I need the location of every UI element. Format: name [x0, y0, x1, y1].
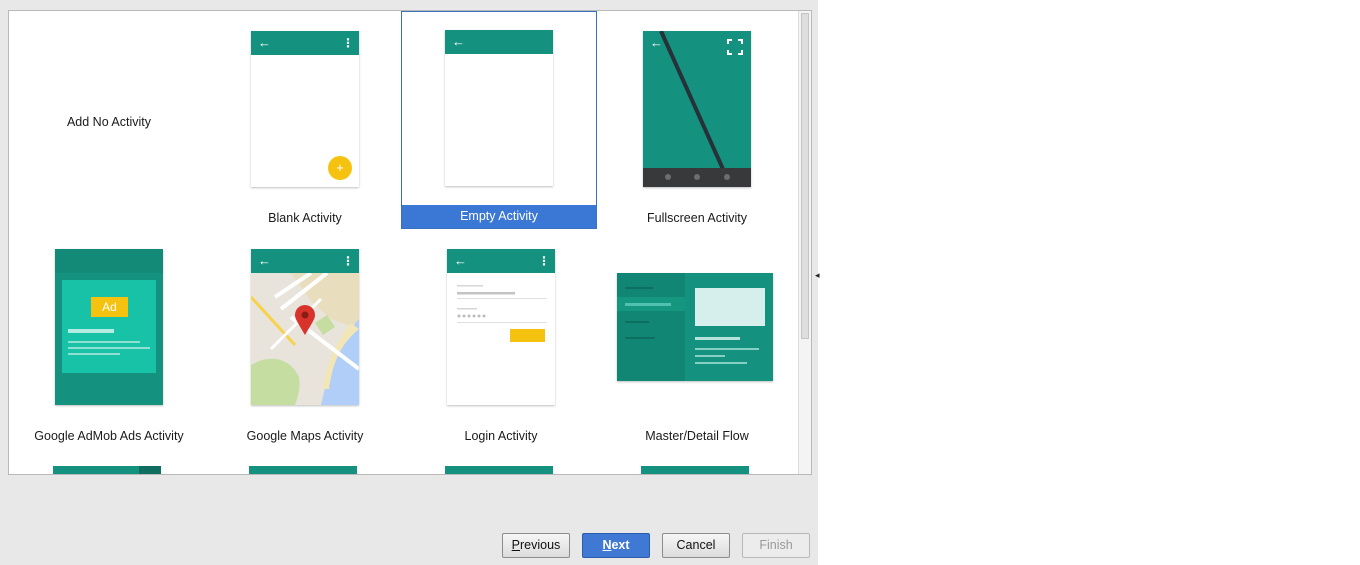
previous-label: revious	[520, 538, 561, 552]
cancel-button[interactable]: Cancel	[662, 533, 730, 558]
tile-master-detail-flow[interactable]: Master/Detail Flow	[599, 230, 795, 448]
login-form-illustration	[457, 285, 547, 342]
tile-google-admob-ads-activity[interactable]: Ad Google AdMob Ads Activity	[11, 230, 207, 448]
back-arrow-icon: ←	[258, 253, 271, 268]
tile-label: Login Activity	[464, 429, 538, 443]
activity-gallery: Add No Activity ← ⋮ + Blank Activity ← E…	[8, 10, 812, 475]
tile-login-activity[interactable]: ← ⋮ Login Activity	[403, 230, 599, 448]
tile-blank-activity[interactable]: ← ⋮ + Blank Activity	[207, 12, 403, 230]
app-bar: ← ⋮	[251, 31, 359, 55]
back-arrow-icon: ←	[258, 35, 271, 50]
finish-button[interactable]: Finish	[742, 533, 810, 558]
previous-mnemonic: P	[511, 538, 521, 552]
admob-activity-preview: Ad	[55, 249, 163, 405]
tile-label: Google AdMob Ads Activity	[34, 429, 184, 443]
empty-activity-preview: ←	[445, 30, 553, 186]
partial-preview	[641, 466, 749, 474]
login-activity-preview: ← ⋮	[447, 249, 555, 405]
master-detail-preview	[617, 273, 773, 381]
partial-preview	[53, 466, 161, 474]
app-bar: ← ⋮	[447, 249, 555, 273]
partial-preview	[249, 466, 357, 474]
next-button[interactable]: Next	[582, 533, 650, 558]
tile-label: Google Maps Activity	[246, 429, 364, 443]
tile-empty-activity[interactable]: ← Empty Activity	[401, 11, 597, 229]
tile-google-maps-activity[interactable]: ← ⋮ Google Maps Activity	[207, 230, 403, 448]
tile-fullscreen-activity[interactable]: ← Fullscreen Activity	[599, 12, 795, 230]
app-bar: ← ⋮	[251, 249, 359, 273]
overflow-menu-icon: ⋮	[538, 254, 550, 268]
tile-label: Fullscreen Activity	[646, 211, 748, 225]
fullscreen-activity-preview: ←	[643, 31, 751, 187]
back-arrow-icon: ←	[452, 34, 465, 49]
tile-label: Blank Activity	[268, 211, 342, 225]
add-icon: +	[328, 156, 352, 180]
tile-label: Master/Detail Flow	[645, 429, 749, 443]
maps-activity-preview: ← ⋮	[251, 249, 359, 405]
tile-label: Add No Activity	[66, 115, 152, 129]
ad-badge: Ad	[91, 297, 128, 317]
tile-label: Empty Activity	[402, 205, 596, 228]
app-bar: ←	[445, 30, 553, 54]
overflow-menu-icon: ⋮	[342, 36, 354, 50]
overflow-menu-icon: ⋮	[342, 254, 354, 268]
back-arrow-icon: ←	[650, 35, 663, 50]
back-arrow-icon: ←	[454, 253, 467, 268]
partial-preview	[445, 466, 553, 474]
admob-illustration	[55, 249, 163, 373]
previous-button[interactable]: Previous	[502, 533, 570, 558]
vertical-scrollbar[interactable]	[798, 11, 811, 474]
next-label: ext	[611, 538, 630, 552]
tile-add-no-activity[interactable]: Add No Activity	[11, 12, 207, 230]
scrollbar-thumb[interactable]	[801, 13, 809, 339]
resize-handle-icon[interactable]: ◂	[815, 270, 820, 281]
blank-activity-preview: ← ⋮ +	[251, 31, 359, 187]
new-project-dialog: Add No Activity ← ⋮ + Blank Activity ← E…	[0, 0, 820, 565]
fullscreen-icon	[727, 39, 743, 55]
